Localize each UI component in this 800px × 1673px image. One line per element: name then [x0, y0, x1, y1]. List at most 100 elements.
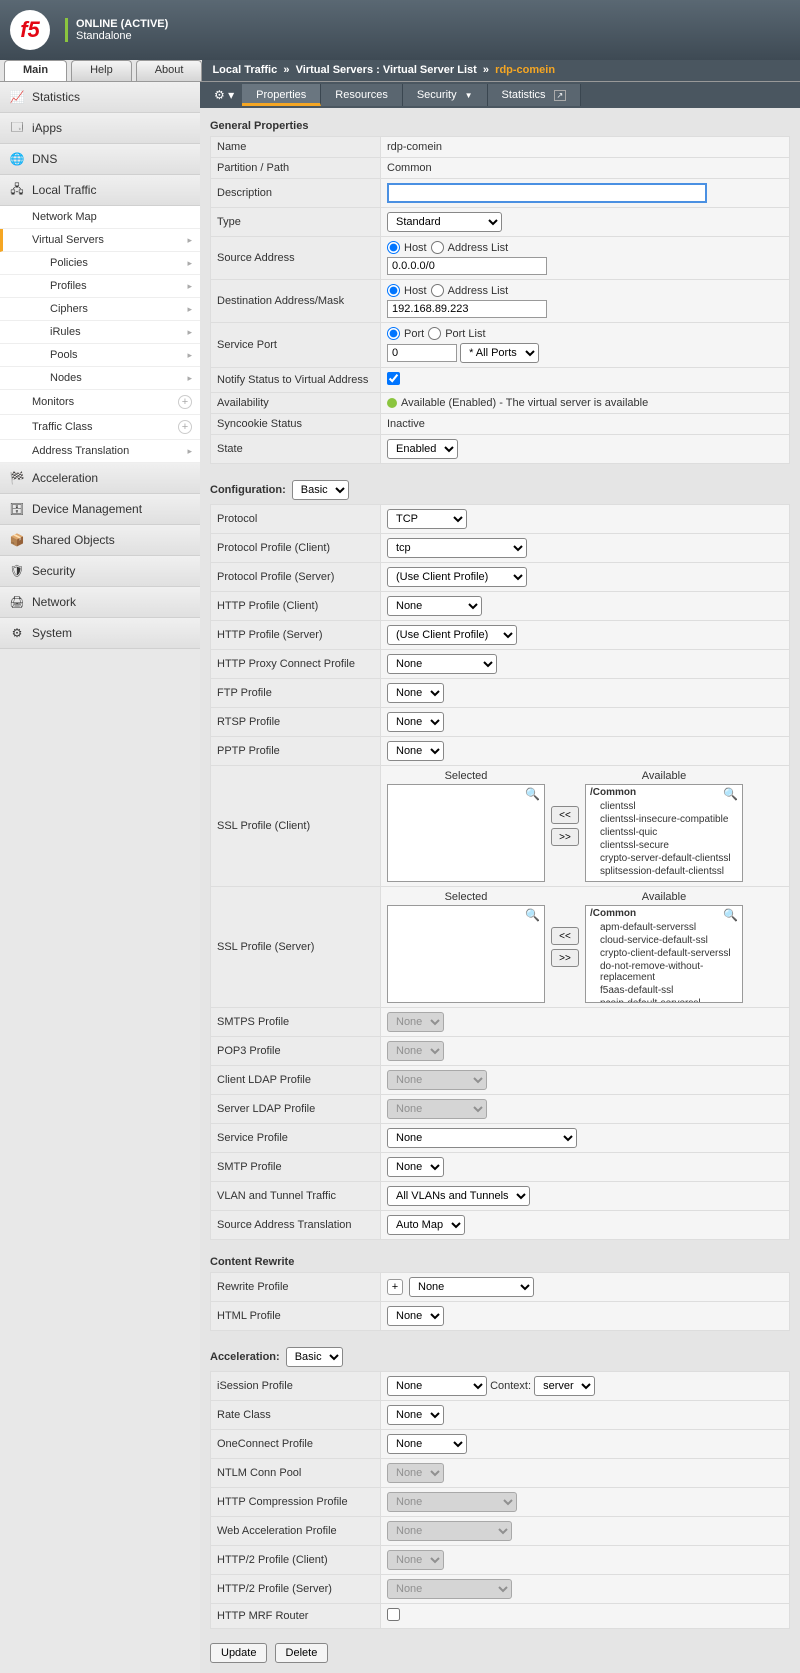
pps-select[interactable]: (Use Client Profile): [387, 567, 527, 587]
snat-select[interactable]: Auto Map: [387, 1215, 465, 1235]
search-icon[interactable]: 🔍: [525, 908, 540, 922]
update-button[interactable]: Update: [210, 1643, 267, 1663]
network-icon: 🖨: [8, 593, 26, 611]
search-icon[interactable]: 🔍: [723, 908, 738, 922]
ssls-opt[interactable]: f5aas-default-ssl: [586, 984, 742, 997]
smtp-select[interactable]: None: [387, 1157, 444, 1177]
srcaddr-list-radio[interactable]: [431, 241, 444, 254]
subtab-security[interactable]: Security▼: [403, 84, 488, 106]
sslc-opt[interactable]: crypto-server-default-clientssl: [586, 852, 742, 865]
nav-ciphers[interactable]: Ciphers▸: [0, 298, 200, 321]
ssls-opt[interactable]: apm-default-serverssl: [586, 921, 742, 934]
ppc-select[interactable]: tcp: [387, 538, 527, 558]
protocol-select[interactable]: TCP: [387, 509, 467, 529]
tab-help[interactable]: Help: [71, 60, 132, 81]
nav-address-translation[interactable]: Address Translation▸: [0, 440, 200, 463]
sslc-opt[interactable]: clientssl-secure: [586, 839, 742, 852]
nav-statistics[interactable]: 📈Statistics: [0, 82, 200, 113]
ssls-move-left[interactable]: <<: [551, 927, 579, 945]
nav-system[interactable]: ⚙System: [0, 618, 200, 649]
ssls-opt[interactable]: pcoip-default-serverssl: [586, 997, 742, 1003]
description-input[interactable]: [387, 183, 707, 203]
httpcomp-select: None: [387, 1492, 517, 1512]
state-select[interactable]: Enabled: [387, 439, 458, 459]
nav-security[interactable]: 🛡Security: [0, 556, 200, 587]
srcaddr-host-radio[interactable]: [387, 241, 400, 254]
accel-level-select[interactable]: Basic: [286, 1347, 343, 1367]
html-select[interactable]: None: [387, 1306, 444, 1326]
sslc-opt[interactable]: clientssl-quic: [586, 826, 742, 839]
sslc-opt[interactable]: clientssl-insecure-compatible: [586, 813, 742, 826]
rewrite-select[interactable]: None: [409, 1277, 534, 1297]
gear-menu[interactable]: ⚙ ▾: [206, 88, 242, 102]
isession-select[interactable]: None: [387, 1376, 487, 1396]
dstaddr-host-radio[interactable]: [387, 284, 400, 297]
ssls-opt[interactable]: crypto-client-default-serverssl: [586, 947, 742, 960]
sslc-move-left[interactable]: <<: [551, 806, 579, 824]
nav-virtual-servers[interactable]: Virtual Servers▸: [0, 229, 200, 252]
ftp-select[interactable]: None: [387, 683, 444, 703]
port-input[interactable]: [387, 344, 457, 362]
nav-network[interactable]: 🖨Network: [0, 587, 200, 618]
plus-icon[interactable]: +: [178, 420, 192, 434]
sslc-move-right[interactable]: >>: [551, 828, 579, 846]
ssls-opt[interactable]: cloud-service-default-ssl: [586, 934, 742, 947]
svcprof-select[interactable]: None: [387, 1128, 577, 1148]
nav-dns[interactable]: 🌐DNS: [0, 144, 200, 175]
httpc-select[interactable]: None: [387, 596, 482, 616]
context-select[interactable]: server: [534, 1376, 595, 1396]
nav-pools[interactable]: Pools▸: [0, 344, 200, 367]
port-radio[interactable]: [387, 327, 400, 340]
general-table: Namerdp-comein Partition / PathCommon De…: [210, 136, 790, 464]
nav-iapps[interactable]: 🗔iApps: [0, 113, 200, 144]
dstaddr-input[interactable]: [387, 300, 547, 318]
sslc-opt[interactable]: clientssl: [586, 800, 742, 813]
portlist-radio[interactable]: [428, 327, 441, 340]
search-icon[interactable]: 🔍: [723, 787, 738, 801]
lbl-ntlm: NTLM Conn Pool: [211, 1459, 381, 1488]
nav-local-traffic[interactable]: 🖧Local Traffic: [0, 175, 200, 206]
delete-button[interactable]: Delete: [275, 1643, 329, 1663]
tab-about[interactable]: About: [136, 60, 203, 81]
subtab-resources[interactable]: Resources: [321, 84, 403, 106]
nav-monitors[interactable]: Monitors+: [0, 390, 200, 415]
mrf-checkbox[interactable]: [387, 1608, 400, 1621]
ssls-selected-box[interactable]: 🔍: [387, 905, 545, 1003]
https-select[interactable]: (Use Client Profile): [387, 625, 517, 645]
search-icon[interactable]: 🔍: [525, 787, 540, 801]
oneconnect-select[interactable]: None: [387, 1434, 467, 1454]
nav-profiles[interactable]: Profiles▸: [0, 275, 200, 298]
nav-network-map[interactable]: Network Map: [0, 206, 200, 229]
config-level-select[interactable]: Basic: [292, 480, 349, 500]
breadcrumb-seg-2[interactable]: Virtual Servers : Virtual Server List: [296, 64, 477, 76]
ssls-available-box[interactable]: 🔍 /Common apm-default-serverssl cloud-se…: [585, 905, 743, 1003]
tab-main[interactable]: Main: [4, 60, 67, 81]
nav-nodes[interactable]: Nodes▸: [0, 367, 200, 390]
vlan-select[interactable]: All VLANs and Tunnels: [387, 1186, 530, 1206]
subtab-statistics[interactable]: Statistics↗: [488, 84, 582, 106]
rtsp-select[interactable]: None: [387, 712, 444, 732]
sslc-opt[interactable]: splitsession-default-clientssl: [586, 865, 742, 878]
rewrite-add-button[interactable]: +: [387, 1279, 403, 1295]
port-select[interactable]: * All Ports: [460, 343, 539, 363]
sslc-available-box[interactable]: 🔍 /Common clientssl clientssl-insecure-c…: [585, 784, 743, 882]
pptp-select[interactable]: None: [387, 741, 444, 761]
nav-irules[interactable]: iRules▸: [0, 321, 200, 344]
ssls-move-right[interactable]: >>: [551, 949, 579, 967]
plus-icon[interactable]: +: [178, 395, 192, 409]
nav-device-management[interactable]: 🗄Device Management: [0, 494, 200, 525]
subtab-properties[interactable]: Properties: [242, 84, 321, 106]
dstaddr-list-radio[interactable]: [431, 284, 444, 297]
ssls-opt[interactable]: do-not-remove-without-replacement: [586, 960, 742, 984]
sslc-selected-box[interactable]: 🔍: [387, 784, 545, 882]
type-select[interactable]: Standard: [387, 212, 502, 232]
nav-traffic-class[interactable]: Traffic Class+: [0, 415, 200, 440]
rate-select[interactable]: None: [387, 1405, 444, 1425]
breadcrumb-seg-1[interactable]: Local Traffic: [212, 64, 277, 76]
nav-policies[interactable]: Policies▸: [0, 252, 200, 275]
nav-shared-objects[interactable]: 📦Shared Objects: [0, 525, 200, 556]
srcaddr-input[interactable]: [387, 257, 547, 275]
notify-checkbox[interactable]: [387, 372, 400, 385]
nav-acceleration[interactable]: 🏁Acceleration: [0, 463, 200, 494]
httpproxy-select[interactable]: None: [387, 654, 497, 674]
